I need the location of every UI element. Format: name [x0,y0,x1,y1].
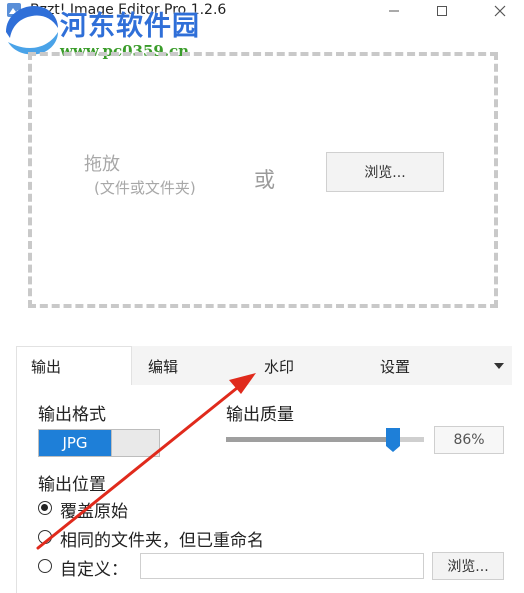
watermark-logo-icon [6,6,58,55]
minimize-icon [389,10,399,12]
minimize-button[interactable] [372,0,416,22]
browse-custom-path-button[interactable]: 浏览... [432,552,504,580]
quality-slider-thumb[interactable] [386,428,401,452]
custom-path-input[interactable] [140,553,424,579]
output-format-label: 输出格式 [38,405,106,425]
browse-files-button[interactable]: 浏览... [326,152,444,192]
drop-hint: (文件或文件夹) [94,179,196,197]
maximize-button[interactable] [420,0,464,22]
or-label: 或 [254,168,275,192]
radio-custom-location[interactable] [38,559,52,573]
quality-value-field[interactable]: 86% [434,426,504,454]
quality-slider-fill [226,437,397,442]
tab-bar: 输出 编辑 水印 设置 [16,346,512,386]
tab-output[interactable]: 输出 [16,346,132,386]
close-icon [494,5,506,17]
output-location-label: 输出位置 [38,475,106,495]
tab-watermark[interactable]: 水印 [264,346,294,386]
radio-custom-location-label[interactable]: 自定义： [60,555,128,580]
drop-zone[interactable]: 拖放 (文件或文件夹) 或 浏览... [28,52,498,308]
tab-edit[interactable]: 编辑 [148,346,178,386]
format-toggle-value: JPG [39,430,111,456]
format-toggle-knob[interactable] [111,430,159,456]
drop-label: 拖放 [84,154,120,175]
watermark-brand: 河东软件园 [60,11,200,42]
radio-same-folder-renamed-label[interactable]: 相同的文件夹，但已重命名 [60,526,264,551]
tab-overflow-button[interactable] [488,346,510,386]
maximize-icon [437,6,447,16]
output-quality-label: 输出质量 [226,405,294,425]
caret-down-icon [494,363,504,369]
tab-settings[interactable]: 设置 [380,346,410,386]
close-button[interactable] [478,0,522,22]
format-toggle[interactable]: JPG [38,429,160,457]
radio-same-folder-renamed[interactable] [38,530,52,544]
radio-overwrite-original[interactable] [38,501,52,515]
radio-overwrite-original-label[interactable]: 覆盖原始 [60,497,128,522]
